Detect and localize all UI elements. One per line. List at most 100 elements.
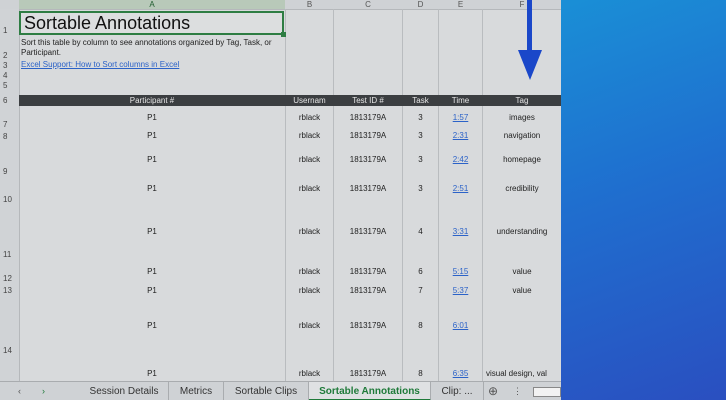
- cell-time-link[interactable]: 3:31: [439, 227, 482, 236]
- header-username[interactable]: Usernam: [286, 95, 333, 106]
- cell-test-id[interactable]: 1813179A: [334, 286, 402, 295]
- cell-participant[interactable]: P1: [19, 369, 285, 378]
- row-number[interactable]: 6: [0, 96, 21, 105]
- cell-username[interactable]: rblack: [286, 227, 333, 236]
- cell-task[interactable]: 7: [403, 286, 438, 295]
- row-number[interactable]: 9: [0, 167, 21, 176]
- row-number[interactable]: 2: [0, 51, 21, 60]
- column-header-b[interactable]: B: [286, 0, 333, 9]
- cell-username[interactable]: rblack: [286, 155, 333, 164]
- header-tag[interactable]: Tag: [483, 95, 561, 106]
- cell-participant[interactable]: P1: [19, 286, 285, 295]
- cell-username[interactable]: rblack: [286, 131, 333, 140]
- arrow-down-icon: [518, 50, 542, 80]
- tab-scroll-left-icon[interactable]: ‹: [18, 382, 21, 400]
- cell-tag[interactable]: homepage: [483, 155, 561, 164]
- row-number[interactable]: 1: [0, 26, 21, 35]
- cell-tag[interactable]: navigation: [483, 131, 561, 140]
- column-header-strip: A B C D E F: [0, 0, 561, 10]
- cell-participant[interactable]: P1: [19, 131, 285, 140]
- cell-time-link[interactable]: 2:51: [439, 184, 482, 193]
- row-header-column: 1 2 3 4 5 6 7 8 9 10 11 12 13 14: [0, 9, 20, 381]
- cell-task[interactable]: 8: [403, 369, 438, 378]
- tab-sortable-clips[interactable]: Sortable Clips: [224, 382, 309, 400]
- cell-tag[interactable]: value: [483, 267, 561, 276]
- cell-tag[interactable]: value: [483, 286, 561, 295]
- row-number[interactable]: 12: [0, 274, 21, 283]
- cell-time-link[interactable]: 1:57: [439, 113, 482, 122]
- cell-username[interactable]: rblack: [286, 184, 333, 193]
- cell-username[interactable]: rblack: [286, 369, 333, 378]
- cell-participant[interactable]: P1: [19, 113, 285, 122]
- horizontal-scrollbar[interactable]: [533, 387, 561, 397]
- cell-test-id[interactable]: 1813179A: [334, 184, 402, 193]
- cell-time-link[interactable]: 2:31: [439, 131, 482, 140]
- cell-username[interactable]: rblack: [286, 321, 333, 330]
- gridline: [482, 9, 483, 381]
- cell-test-id[interactable]: 1813179A: [334, 113, 402, 122]
- row-number[interactable]: 13: [0, 286, 21, 295]
- blue-background-panel: [561, 0, 726, 400]
- cell-task[interactable]: 8: [403, 321, 438, 330]
- cell-task[interactable]: 4: [403, 227, 438, 236]
- cell-time-link[interactable]: 2:42: [439, 155, 482, 164]
- column-header-f[interactable]: F: [483, 0, 561, 9]
- cell-time-link[interactable]: 5:37: [439, 286, 482, 295]
- row-number[interactable]: 10: [0, 195, 21, 204]
- row-number[interactable]: 7: [0, 120, 21, 129]
- cell-time-link[interactable]: 6:35: [439, 369, 482, 378]
- column-header-e[interactable]: E: [439, 0, 482, 9]
- cell-tag[interactable]: visual design, val: [483, 369, 561, 378]
- row-number[interactable]: 4: [0, 71, 21, 80]
- cell-task[interactable]: 6: [403, 267, 438, 276]
- sheet-title[interactable]: Sortable Annotations: [19, 11, 284, 35]
- cell-test-id[interactable]: 1813179A: [334, 227, 402, 236]
- table-header-row: Participant # Usernam Test ID # Task Tim…: [19, 95, 561, 106]
- cell-task[interactable]: 3: [403, 113, 438, 122]
- cell-participant[interactable]: P1: [19, 155, 285, 164]
- header-time[interactable]: Time: [439, 95, 482, 106]
- cell-task[interactable]: 3: [403, 184, 438, 193]
- cell-username[interactable]: rblack: [286, 286, 333, 295]
- tab-scroll-right-icon[interactable]: ›: [42, 382, 45, 400]
- cell-test-id[interactable]: 1813179A: [334, 369, 402, 378]
- header-test-id[interactable]: Test ID #: [334, 95, 402, 106]
- tab-sortable-annotations[interactable]: Sortable Annotations: [309, 382, 431, 400]
- cell-tag[interactable]: understanding: [483, 227, 561, 236]
- sheet-tab-bar: ‹ › Session Details Metrics Sortable Cli…: [0, 381, 561, 400]
- header-task[interactable]: Task: [403, 95, 438, 106]
- cell-time-link[interactable]: 6:01: [439, 321, 482, 330]
- cell-tag[interactable]: credibility: [483, 184, 561, 193]
- cell-test-id[interactable]: 1813179A: [334, 267, 402, 276]
- cell-task[interactable]: 3: [403, 131, 438, 140]
- cell-participant[interactable]: P1: [19, 321, 285, 330]
- row-number[interactable]: 11: [0, 250, 21, 259]
- cell-test-id[interactable]: 1813179A: [334, 131, 402, 140]
- cell-tag[interactable]: images: [483, 113, 561, 122]
- cell-username[interactable]: rblack: [286, 267, 333, 276]
- column-header-c[interactable]: C: [334, 0, 402, 9]
- cell-participant[interactable]: P1: [19, 184, 285, 193]
- cell-time-link[interactable]: 5:15: [439, 267, 482, 276]
- spreadsheet-area: A B C D E F 1 2 3 4 5 6 7 8 9 10 11 12 1…: [0, 0, 561, 400]
- row-number[interactable]: 5: [0, 81, 21, 90]
- row-number[interactable]: 3: [0, 61, 21, 70]
- fill-handle[interactable]: [281, 32, 286, 37]
- cell-username[interactable]: rblack: [286, 113, 333, 122]
- row-number[interactable]: 8: [0, 132, 21, 141]
- tab-session-details[interactable]: Session Details: [80, 382, 169, 400]
- cell-test-id[interactable]: 1813179A: [334, 155, 402, 164]
- excel-support-link[interactable]: Excel Support: How to Sort columns in Ex…: [21, 60, 179, 69]
- header-participant[interactable]: Participant #: [19, 95, 285, 106]
- row-number[interactable]: 14: [0, 346, 21, 355]
- more-options-icon[interactable]: ⋮: [513, 382, 522, 400]
- cell-task[interactable]: 3: [403, 155, 438, 164]
- add-sheet-icon[interactable]: ⊕: [488, 382, 498, 400]
- tab-clip[interactable]: Clip: ...: [431, 382, 484, 400]
- column-header-a[interactable]: A: [19, 0, 285, 9]
- cell-participant[interactable]: P1: [19, 227, 285, 236]
- column-header-d[interactable]: D: [403, 0, 438, 9]
- cell-test-id[interactable]: 1813179A: [334, 321, 402, 330]
- tab-metrics[interactable]: Metrics: [169, 382, 224, 400]
- cell-participant[interactable]: P1: [19, 267, 285, 276]
